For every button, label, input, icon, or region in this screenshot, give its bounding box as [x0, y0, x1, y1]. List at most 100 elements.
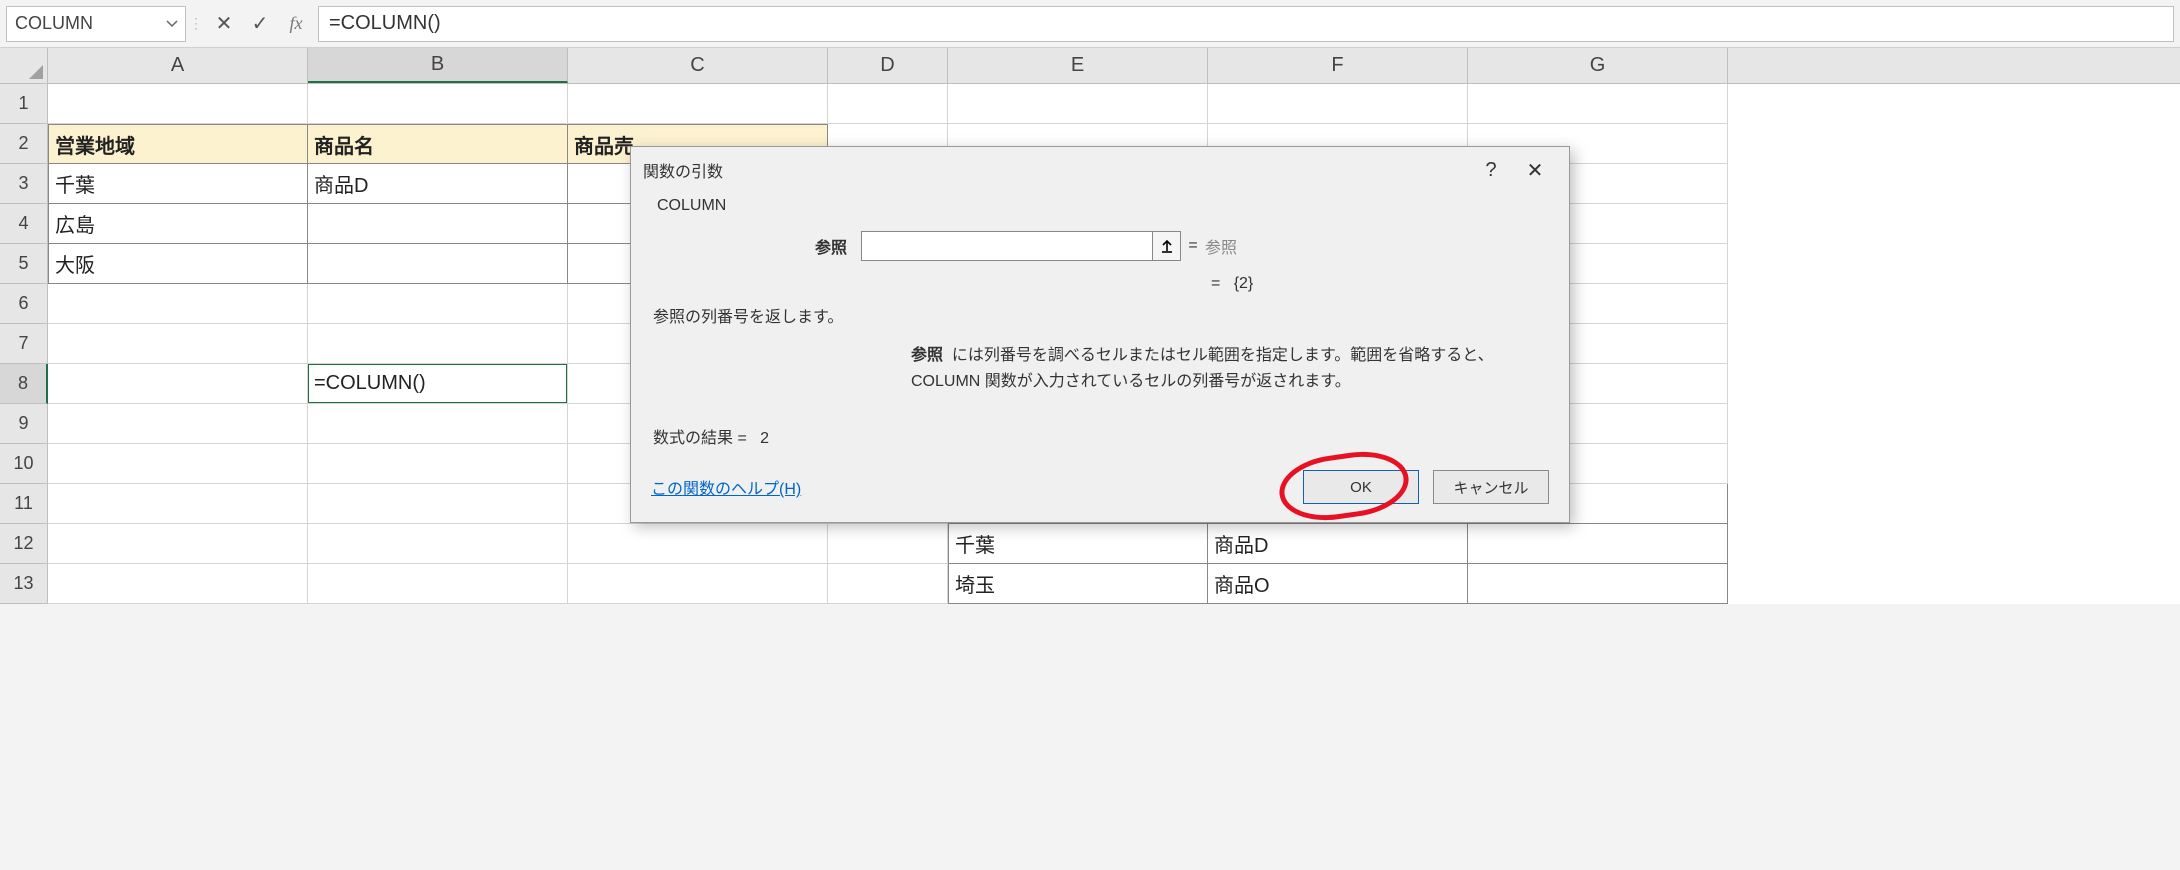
cell[interactable]: 埼玉	[948, 564, 1208, 604]
cell[interactable]: 大阪	[48, 244, 308, 284]
cell[interactable]	[1468, 524, 1728, 564]
cell[interactable]	[48, 404, 308, 444]
cell[interactable]	[308, 564, 568, 604]
row-header-11[interactable]: 11	[0, 484, 48, 524]
select-all-corner[interactable]	[0, 48, 48, 83]
cell[interactable]	[308, 244, 568, 284]
formula-input[interactable]: =COLUMN()	[318, 6, 2174, 42]
cell[interactable]	[1208, 84, 1468, 124]
insert-function-button[interactable]: fx	[278, 6, 314, 42]
col-header-G[interactable]: G	[1468, 48, 1728, 83]
chevron-down-icon[interactable]	[165, 14, 179, 34]
row-header-5[interactable]: 5	[0, 244, 48, 284]
row-header-4[interactable]: 4	[0, 204, 48, 244]
formula-input-value: =COLUMN()	[329, 12, 441, 35]
argument-description: 参照 には列番号を調べるセルまたはセル範囲を指定します。範囲を省略すると、COL…	[911, 343, 1549, 394]
row-header-1[interactable]: 1	[0, 84, 48, 124]
cell[interactable]: 商品D	[308, 164, 568, 204]
col-header-D[interactable]: D	[828, 48, 948, 83]
cell[interactable]	[308, 444, 568, 484]
cell[interactable]: 営業地域	[48, 124, 308, 164]
row-header-9[interactable]: 9	[0, 404, 48, 444]
arg-desc-text: には列番号を調べるセルまたはセル範囲を指定します。範囲を省略すると、COLUMN…	[911, 347, 1494, 390]
col-header-C[interactable]: C	[568, 48, 828, 83]
cell[interactable]	[48, 524, 308, 564]
formula-result: 数式の結果 = 2	[653, 424, 1549, 448]
col-header-E[interactable]: E	[948, 48, 1208, 83]
equals-sign: =	[1211, 275, 1220, 292]
cell[interactable]	[308, 284, 568, 324]
cell[interactable]	[48, 284, 308, 324]
arg-name-bold: 参照	[911, 347, 943, 364]
dialog-title: 関数の引数	[643, 158, 1469, 182]
result-preview-row: = {2}	[1211, 275, 1549, 293]
cell[interactable]: 広島	[48, 204, 308, 244]
cell[interactable]	[308, 484, 568, 524]
cell[interactable]	[308, 324, 568, 364]
dialog-footer: この関数のヘルプ(H) OK キャンセル	[651, 466, 1549, 504]
arg-input-wrap	[861, 231, 1181, 261]
cell[interactable]	[828, 524, 948, 564]
arg-reference-input[interactable]	[862, 232, 1152, 260]
dialog-title-bar[interactable]: 関数の引数 ? ✕	[631, 147, 1569, 193]
cell[interactable]	[948, 84, 1208, 124]
cell[interactable]	[1468, 84, 1728, 124]
function-description: 参照の列番号を返します。	[653, 303, 1549, 327]
cell[interactable]	[48, 484, 308, 524]
row-header-7[interactable]: 7	[0, 324, 48, 364]
cell[interactable]: 商品名	[308, 124, 568, 164]
ok-button[interactable]: OK	[1303, 470, 1419, 504]
help-button[interactable]: ?	[1469, 150, 1513, 190]
function-arguments-dialog: 関数の引数 ? ✕ COLUMN 参照 = 参照 = {2} 参照の列番号を返し…	[630, 146, 1570, 523]
arg-row-reference: 参照 = 参照	[651, 231, 1549, 261]
cell[interactable]	[308, 524, 568, 564]
row-header-3[interactable]: 3	[0, 164, 48, 204]
row-header-2[interactable]: 2	[0, 124, 48, 164]
cell[interactable]	[828, 84, 948, 124]
arg-label: 参照	[651, 234, 861, 258]
cell[interactable]	[828, 564, 948, 604]
cell[interactable]	[308, 404, 568, 444]
cancel-button[interactable]: キャンセル	[1433, 470, 1549, 504]
equals-sign: =	[1181, 237, 1205, 255]
cell[interactable]: 商品D	[1208, 524, 1468, 564]
close-icon[interactable]: ✕	[1513, 150, 1557, 190]
cell[interactable]: 商品O	[1208, 564, 1468, 604]
arg-eval-placeholder: 参照	[1205, 234, 1237, 258]
cell[interactable]	[48, 364, 308, 404]
row-header-10[interactable]: 10	[0, 444, 48, 484]
cell[interactable]	[48, 444, 308, 484]
row-header-12[interactable]: 12	[0, 524, 48, 564]
cell[interactable]	[568, 564, 828, 604]
row-header-8[interactable]: 8	[0, 364, 48, 404]
row-header-13[interactable]: 13	[0, 564, 48, 604]
cell[interactable]	[568, 84, 828, 124]
active-cell-B8[interactable]: =COLUMN()	[308, 364, 568, 404]
col-header-A[interactable]: A	[48, 48, 308, 83]
formula-result-value: 2	[760, 430, 769, 447]
name-box[interactable]: COLUMN	[6, 6, 186, 42]
cell[interactable]	[568, 524, 828, 564]
cell-value: =COLUMN()	[314, 372, 426, 395]
col-header-B[interactable]: B	[308, 48, 568, 83]
cell[interactable]	[308, 84, 568, 124]
cell[interactable]: 千葉	[48, 164, 308, 204]
cell[interactable]	[48, 564, 308, 604]
cell[interactable]: 千葉	[948, 524, 1208, 564]
result-preview: {2}	[1234, 275, 1254, 292]
separator: ⋮	[186, 15, 206, 32]
cell[interactable]	[48, 324, 308, 364]
column-headers: A B C D E F G	[0, 48, 2180, 84]
cell[interactable]	[308, 204, 568, 244]
function-help-link[interactable]: この関数のヘルプ(H)	[651, 475, 801, 499]
cell[interactable]	[48, 84, 308, 124]
name-box-value: COLUMN	[15, 13, 93, 34]
collapse-dialog-icon[interactable]	[1152, 232, 1180, 260]
cancel-formula-button[interactable]: ✕	[206, 6, 242, 42]
dialog-body: COLUMN 参照 = 参照 = {2} 参照の列番号を返します。 参照 には列…	[631, 193, 1569, 522]
accept-formula-button[interactable]: ✓	[242, 6, 278, 42]
row-header-6[interactable]: 6	[0, 284, 48, 324]
function-name: COLUMN	[657, 197, 1549, 215]
col-header-F[interactable]: F	[1208, 48, 1468, 83]
cell[interactable]	[1468, 564, 1728, 604]
